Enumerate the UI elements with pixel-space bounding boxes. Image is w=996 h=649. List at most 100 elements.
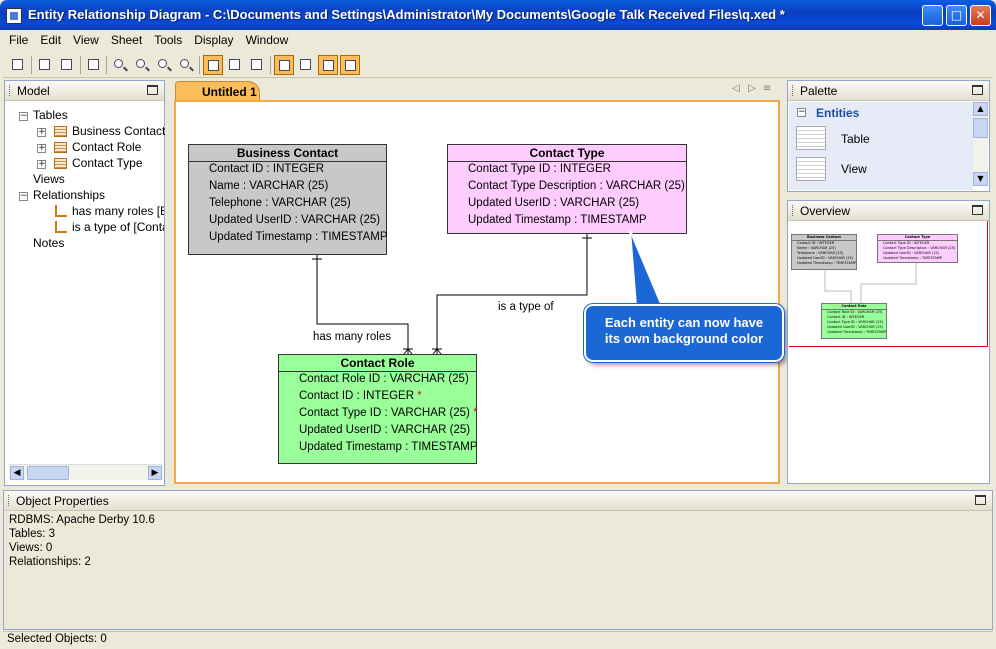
callout-pointer xyxy=(629,229,664,307)
menu-window[interactable]: Window xyxy=(240,30,295,47)
zoom-fit-icon[interactable] xyxy=(176,55,196,75)
entity-attribute: Contact Type Description : VARCHAR (25) xyxy=(468,180,685,192)
show-null-icon[interactable] xyxy=(296,55,316,75)
tree-item-relationships[interactable]: Relationships xyxy=(33,188,105,204)
scroll-thumb[interactable] xyxy=(973,118,988,138)
object-properties-title: Object Properties xyxy=(16,494,109,508)
expand-icon[interactable]: + xyxy=(37,144,46,153)
model-panel: Model − Tables + Business Contact + Cont… xyxy=(4,80,165,486)
palette-panel-header: Palette xyxy=(788,81,989,101)
palette-section-entities[interactable]: Entities xyxy=(816,106,994,124)
entity-attribute: Updated UserID : VARCHAR (25) xyxy=(468,197,640,209)
entity-attribute: Contact Role ID : VARCHAR (25) xyxy=(299,373,469,385)
attribute-text: Contact Type ID : VARCHAR (25) xyxy=(299,407,470,419)
entity-contact-role[interactable]: Contact Role Contact Role ID : VARCHAR (… xyxy=(278,354,478,464)
tree-item-is-a-type-of[interactable]: is a type of [Conta xyxy=(72,220,164,236)
tab-untitled-1[interactable]: Untitled 1 xyxy=(175,81,260,100)
object-properties-panel: Object Properties RDBMS: Apache Derby 10… xyxy=(3,490,993,630)
relationship-icon xyxy=(55,205,67,217)
show-fk-icon[interactable] xyxy=(318,55,338,75)
zoom-out-icon[interactable] xyxy=(154,55,174,75)
show-pk-icon[interactable] xyxy=(340,55,360,75)
menu-tools[interactable]: Tools xyxy=(148,30,188,47)
model-horizontal-scrollbar[interactable]: ◀ ▶ xyxy=(9,464,163,480)
grip-icon[interactable] xyxy=(792,205,795,216)
restore-icon[interactable] xyxy=(972,205,983,215)
scroll-left-icon[interactable]: ◀ xyxy=(10,466,24,480)
collapse-icon[interactable]: − xyxy=(19,192,28,201)
menu-display[interactable]: Display xyxy=(188,30,239,47)
menu-edit[interactable]: Edit xyxy=(34,30,67,47)
overview-lines xyxy=(824,263,917,303)
collapse-icon[interactable]: − xyxy=(797,108,806,117)
entity-business-contact[interactable]: Business Contact Contact ID : INTEGER Na… xyxy=(188,144,388,255)
app-icon[interactable] xyxy=(6,8,22,24)
show-types-icon[interactable] xyxy=(274,55,294,75)
palette-item-table[interactable]: Table xyxy=(841,132,870,146)
callout-line-1: Each entity can now have xyxy=(604,315,764,330)
toolbar-separator xyxy=(106,56,107,74)
tree-item-business-contact[interactable]: Business Contact xyxy=(72,124,165,140)
entity-attribute: Contact Type ID : VARCHAR (25) * xyxy=(279,406,478,423)
menu-sheet[interactable]: Sheet xyxy=(105,30,148,47)
overview-panel-header: Overview xyxy=(788,201,989,221)
show-attributes-icon[interactable] xyxy=(203,55,223,75)
menu-view[interactable]: View xyxy=(67,30,105,47)
palette-vertical-scrollbar[interactable]: ▲ ▼ xyxy=(973,102,988,186)
show-header-icon[interactable] xyxy=(247,55,267,75)
diagram-canvas[interactable]: has many roles is a type of Business Con… xyxy=(174,100,780,484)
zoom-in-icon[interactable] xyxy=(132,55,152,75)
palette-item-view[interactable]: View xyxy=(841,162,867,176)
collapse-icon[interactable]: − xyxy=(19,112,28,121)
expand-icon[interactable]: + xyxy=(37,128,46,137)
zoom-icon[interactable] xyxy=(110,55,130,75)
restore-icon[interactable] xyxy=(975,495,986,505)
overview-panel-title: Overview xyxy=(800,204,851,218)
entity-attribute: Updated UserID : VARCHAR (25) xyxy=(209,214,381,226)
entity-attribute: Updated UserID : VARCHAR (25) xyxy=(299,424,471,436)
print-icon[interactable] xyxy=(35,55,55,75)
entity-attribute: Contact ID : INTEGER xyxy=(209,163,325,175)
grip-icon[interactable] xyxy=(8,495,11,506)
scroll-thumb[interactable] xyxy=(27,466,69,480)
relationship-label-is-a-type-of[interactable]: is a type of xyxy=(498,301,554,313)
expand-icon[interactable]: + xyxy=(37,160,46,169)
restore-icon[interactable] xyxy=(972,85,983,95)
tree-item-has-many-roles[interactable]: has many roles [Bu xyxy=(72,204,164,220)
tab-next-icon[interactable]: ▷ xyxy=(748,83,756,94)
tree-item-notes[interactable]: Notes xyxy=(33,236,64,252)
maximize-button[interactable]: □ xyxy=(946,5,967,26)
toolbar-separator xyxy=(199,56,200,74)
scroll-up-icon[interactable]: ▲ xyxy=(973,102,988,116)
entity-contact-type[interactable]: Contact Type Contact Type ID : INTEGER C… xyxy=(447,144,687,234)
table-icon xyxy=(54,142,67,153)
table-icon xyxy=(54,126,67,137)
tree-item-tables[interactable]: Tables xyxy=(33,108,68,124)
close-button[interactable]: ✕ xyxy=(970,5,991,26)
status-bar: Selected Objects: 0 xyxy=(3,631,993,647)
property-rdbms: RDBMS: Apache Derby 10.6 xyxy=(9,514,155,526)
minimize-button[interactable]: _ xyxy=(922,5,943,26)
toolbar-separator xyxy=(80,56,81,74)
entity-attribute: Updated Timestamp : TIMESTAMP xyxy=(299,441,478,453)
property-tables: Tables: 3 xyxy=(9,528,56,540)
tree-item-contact-type[interactable]: Contact Type xyxy=(72,156,143,172)
toolbar xyxy=(3,52,993,78)
callout-line-2: its own background color xyxy=(604,331,764,346)
scroll-down-icon[interactable]: ▼ xyxy=(973,172,988,186)
tab-prev-icon[interactable]: ◁ xyxy=(732,83,740,94)
scroll-right-icon[interactable]: ▶ xyxy=(148,466,162,480)
page-setup-icon[interactable] xyxy=(57,55,77,75)
tab-list-icon[interactable]: ≡ xyxy=(763,83,771,94)
tree-item-contact-role[interactable]: Contact Role xyxy=(72,140,141,156)
grip-icon[interactable] xyxy=(9,85,12,96)
model-panel-header: Model xyxy=(5,81,164,101)
restore-icon[interactable] xyxy=(147,85,158,95)
show-keys-icon[interactable] xyxy=(225,55,245,75)
tree-item-views[interactable]: Views xyxy=(33,172,65,188)
relationship-label-has-many-roles[interactable]: has many roles xyxy=(313,331,391,343)
layout-icon[interactable] xyxy=(84,55,104,75)
grip-icon[interactable] xyxy=(792,85,795,96)
save-icon[interactable] xyxy=(8,55,28,75)
menu-file[interactable]: File xyxy=(3,30,34,47)
